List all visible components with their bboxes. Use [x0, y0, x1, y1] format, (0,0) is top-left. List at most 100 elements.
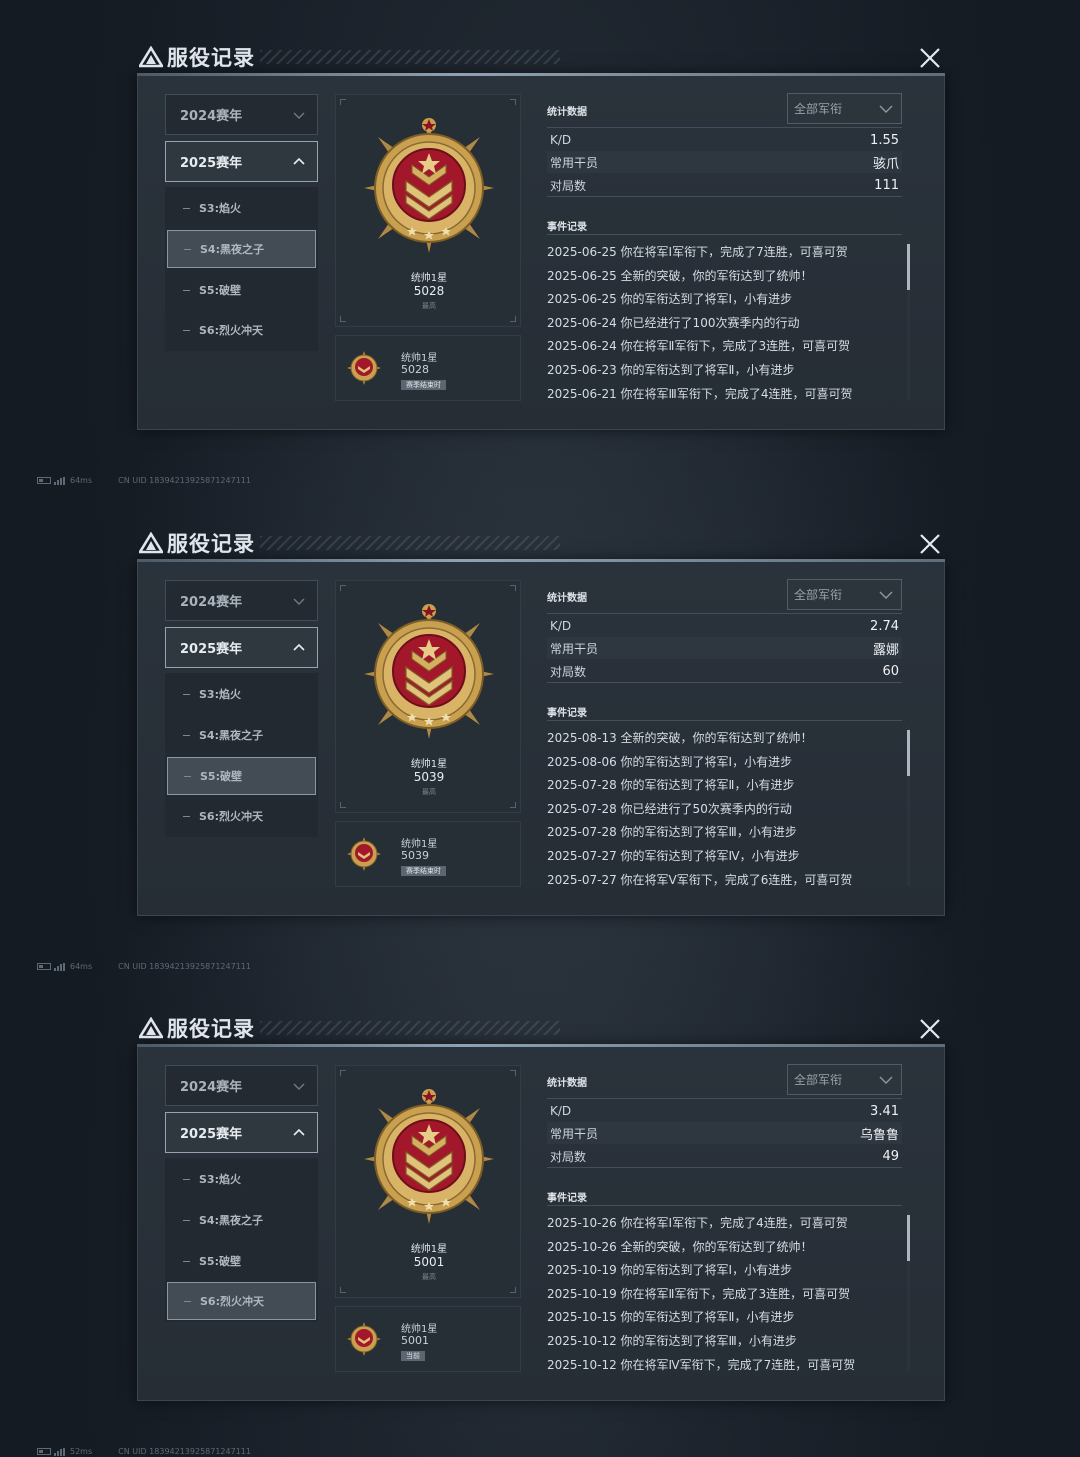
sub-season-item[interactable]: S6:烈火冲天: [167, 311, 316, 349]
rank-filter-dropdown[interactable]: 全部军衔: [787, 1064, 902, 1095]
corner-mark: [510, 585, 516, 591]
corner-mark: [340, 99, 346, 105]
rank-tag: 最高: [422, 788, 436, 796]
event-item: 2025-07-28 你的军衔达到了将军Ⅲ，小有进步: [547, 825, 797, 839]
sub-season-item[interactable]: S4:黑夜之子: [167, 716, 316, 754]
sub-season-item[interactable]: S6:烈火冲天: [167, 797, 316, 835]
sub-season-item[interactable]: S3:焰火: [167, 675, 316, 713]
title-bar: 服役记录: [139, 1013, 255, 1043]
stat-value: 1.55: [870, 132, 899, 148]
ping-text: 52ms: [70, 1447, 93, 1456]
title-decoration: [260, 536, 560, 550]
rank-name: 统帅1星: [410, 273, 448, 284]
stat-row-operator: 常用干员 露娜: [547, 637, 902, 659]
season-dropdown-2024[interactable]: 2024赛年: [165, 94, 318, 135]
triangle-logo-icon: [139, 46, 163, 68]
rank-filter-dropdown[interactable]: 全部军衔: [787, 93, 902, 124]
close-button[interactable]: [918, 1017, 942, 1041]
event-item: 2025-10-19 你的军衔达到了将军Ⅰ，小有进步: [547, 1263, 793, 1277]
stat-row-matches: 对局数 49: [547, 1145, 902, 1167]
close-button[interactable]: [918, 46, 942, 70]
dash-icon: [183, 207, 190, 209]
signal-icon: [54, 476, 66, 485]
event-scrollbar-thumb[interactable]: [907, 730, 910, 776]
season-rank-card: 统帅1星 5028 赛季结束时: [335, 335, 521, 401]
stat-row-kd: K/D 2.74: [547, 615, 902, 637]
sub-season-item[interactable]: S4:黑夜之子: [167, 230, 316, 268]
event-item: 2025-10-12 你在将军Ⅳ军衔下，完成了7连胜，可喜可贺: [547, 1358, 856, 1372]
sub-season-item[interactable]: S6:烈火冲天: [167, 1282, 316, 1320]
season-label: 2024赛年: [180, 1080, 243, 1095]
season-dropdown-2025[interactable]: 2025赛年: [165, 627, 318, 668]
season-rank-score: 5001: [401, 1334, 429, 1347]
stats-section-title: 统计数据: [547, 107, 587, 118]
season-rank-tag: 赛季结束时: [401, 866, 446, 876]
sub-season-label: S4:黑夜之子: [199, 729, 263, 742]
dash-icon: [184, 1300, 191, 1302]
event-log-list: 2025-06-25 你在将军Ⅰ军衔下，完成了7连胜，可喜可贺 2025-06-…: [547, 237, 899, 402]
divider: [547, 682, 902, 683]
events-section-title: 事件记录: [547, 222, 587, 233]
dash-icon: [183, 289, 190, 291]
sub-season-label: S3:焰火: [199, 202, 241, 215]
stat-row-kd: K/D 3.41: [547, 1100, 902, 1122]
stat-label: 常用干员: [550, 155, 599, 170]
stat-value: 露娜: [872, 642, 899, 658]
season-rank-name: 统帅1星: [401, 839, 438, 850]
sub-season-item[interactable]: S5:破壁: [167, 1242, 316, 1280]
chevron-up-icon: [293, 643, 305, 651]
dash-icon: [184, 248, 191, 250]
sub-season-item[interactable]: S3:焰火: [167, 189, 316, 227]
rank-score: 5039: [413, 770, 445, 784]
close-icon: [920, 1019, 940, 1039]
stat-value: 乌鲁鲁: [859, 1127, 899, 1143]
divider: [547, 1167, 902, 1168]
stat-value: 49: [882, 1148, 899, 1164]
highest-rank-card: 统帅1星 5039 最高: [335, 580, 521, 813]
sub-season-item[interactable]: S3:焰火: [167, 1160, 316, 1198]
sub-season-item[interactable]: S5:破壁: [167, 271, 316, 309]
uid-text: CN UID 18394213925871247111: [118, 476, 251, 485]
rank-name: 统帅1星: [410, 1244, 448, 1255]
event-item: 2025-06-21 你在将军Ⅲ军衔下，完成了4连胜，可喜可贺: [547, 387, 853, 401]
event-scrollbar-thumb[interactable]: [907, 1215, 910, 1261]
page-title: 服役记录: [167, 532, 255, 556]
season-label: 2025赛年: [180, 642, 243, 657]
season-dropdown-2024[interactable]: 2024赛年: [165, 1065, 318, 1106]
stat-value: 60: [882, 663, 899, 679]
dash-icon: [183, 815, 190, 817]
sub-season-label: S6:烈火冲天: [199, 324, 263, 337]
service-record-screenshot: 服役记录 2024赛年 2025赛年 S3:焰火 S4:黑夜之子 S5:破壁 S…: [0, 0, 1080, 486]
sub-season-item[interactable]: S4:黑夜之子: [167, 1201, 316, 1239]
signal-icon: [54, 962, 66, 971]
corner-mark: [510, 316, 516, 322]
marshal-rank-medal-icon: [364, 1089, 494, 1224]
events-section-title: 事件记录: [547, 708, 587, 719]
stats-section-title: 统计数据: [547, 593, 587, 604]
close-button[interactable]: [918, 532, 942, 556]
season-dropdown-2025[interactable]: 2025赛年: [165, 141, 318, 182]
rank-tag: 最高: [422, 302, 436, 310]
status-footer: 64ms CN UID 18394213925871247111: [37, 962, 251, 971]
season-label: 2025赛年: [180, 156, 243, 171]
sub-season-label: S6:烈火冲天: [199, 810, 263, 823]
small-rank-medal-icon: [347, 837, 381, 871]
divider: [547, 127, 902, 128]
rank-filter-dropdown[interactable]: 全部军衔: [787, 579, 902, 610]
highest-rank-card: 统帅1星 5028 最高: [335, 94, 521, 327]
event-item: 2025-10-15 你的军衔达到了将军Ⅱ，小有进步: [547, 1310, 795, 1324]
stat-label: 常用干员: [550, 1126, 599, 1141]
event-scrollbar-thumb[interactable]: [907, 244, 910, 290]
corner-mark: [510, 99, 516, 105]
sub-season-item[interactable]: S5:破壁: [167, 757, 316, 795]
sub-season-label: S6:烈火冲天: [200, 1295, 264, 1308]
season-dropdown-2024[interactable]: 2024赛年: [165, 580, 318, 621]
season-label: 2025赛年: [180, 1127, 243, 1142]
season-dropdown-2025[interactable]: 2025赛年: [165, 1112, 318, 1153]
battery-icon: [37, 477, 51, 484]
event-log-list: 2025-08-13 全新的突破，你的军衔达到了统帅！ 2025-08-06 你…: [547, 723, 899, 888]
corner-mark: [340, 316, 346, 322]
corner-mark: [340, 802, 346, 808]
stat-value: 骇爪: [872, 156, 899, 172]
event-item: 2025-10-19 你在将军Ⅱ军衔下，完成了3连胜，可喜可贺: [547, 1287, 851, 1301]
